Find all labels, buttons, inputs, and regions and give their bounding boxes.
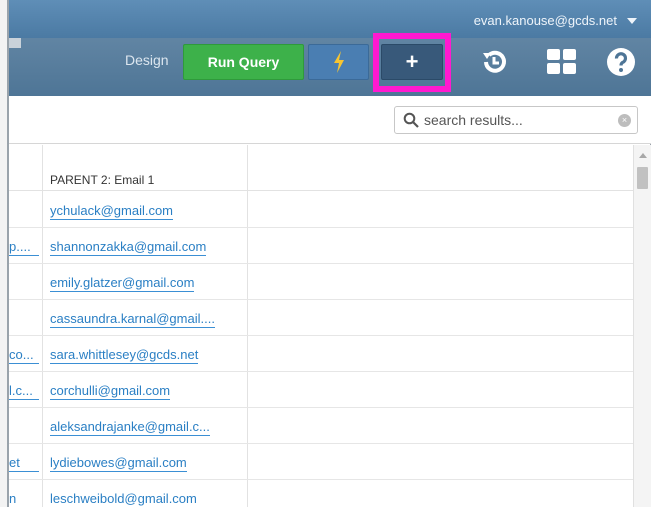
vertical-scrollbar[interactable] — [633, 145, 651, 507]
history-icon — [483, 50, 506, 73]
email-link[interactable]: leschweibold@gmail.com — [50, 491, 197, 507]
email-link[interactable]: sara.whittlesey@gcds.net — [50, 347, 199, 364]
email-link[interactable]: emily.glatzer@gmail.com — [50, 275, 195, 292]
prev-cell-link[interactable] — [9, 311, 39, 312]
email-link[interactable]: lydiebowes@gmail.com — [50, 455, 187, 472]
table-row: et lydiebowes@gmail.com — [9, 444, 633, 480]
scroll-thumb[interactable] — [637, 167, 648, 189]
email-link[interactable]: shannonzakka@gmail.com — [50, 239, 207, 256]
email-link[interactable]: aleksandrajanke@gmail.c... — [50, 419, 210, 436]
search-input[interactable] — [424, 112, 604, 128]
design-button[interactable]: Design — [125, 52, 169, 68]
prev-cell-link[interactable]: co... — [9, 347, 39, 364]
table-row: l.c... corchulli@gmail.com — [9, 372, 633, 408]
bolt-button[interactable] — [308, 44, 369, 80]
prev-cell-link[interactable]: p.... — [9, 239, 39, 256]
results-toolbar: × — [9, 96, 651, 144]
prev-cell-link[interactable] — [9, 275, 39, 276]
table-row: co... sara.whittlesey@gcds.net — [9, 336, 633, 372]
table-row: ychulack@gmail.com — [9, 192, 633, 228]
prev-cell-link[interactable]: et — [9, 455, 39, 472]
prev-cell-link[interactable]: l.c... — [9, 383, 39, 400]
results-table: PARENT 2: Email 1 ychulack@gmail.com p..… — [9, 145, 633, 507]
table-row: emily.glatzer@gmail.com — [9, 264, 633, 300]
search-box: × — [394, 106, 638, 134]
left-panel-edge — [0, 0, 9, 507]
user-menu[interactable]: evan.kanouse@gcds.net — [474, 13, 637, 28]
help-icon — [607, 48, 635, 76]
user-email: evan.kanouse@gcds.net — [473, 13, 617, 28]
search-icon — [403, 112, 419, 128]
prev-cell-link[interactable]: n — [9, 491, 39, 507]
table-header: PARENT 2: Email 1 — [9, 145, 633, 191]
chevron-down-icon — [627, 17, 637, 24]
grid-icon — [547, 49, 576, 74]
email-link[interactable]: corchulli@gmail.com — [50, 383, 171, 400]
scroll-up-arrow-icon[interactable] — [639, 153, 647, 158]
add-button[interactable]: + — [381, 44, 443, 80]
clear-icon[interactable]: × — [618, 114, 631, 127]
table-row: n leschweibold@gmail.com — [9, 480, 633, 507]
history-button[interactable] — [478, 46, 510, 78]
layout-button[interactable] — [546, 48, 578, 76]
column-header-parent2-email[interactable]: PARENT 2: Email 1 — [50, 173, 154, 187]
prev-cell-link[interactable] — [9, 203, 39, 204]
table-row: aleksandrajanke@gmail.c... — [9, 408, 633, 444]
top-bar: evan.kanouse@gcds.net Design Run Query + — [9, 0, 651, 96]
table-row: p.... shannonzakka@gmail.com — [9, 228, 633, 264]
prev-cell-link[interactable] — [9, 419, 39, 420]
table-row: cassaundra.karnal@gmail.... — [9, 300, 633, 336]
run-query-button[interactable]: Run Query — [183, 44, 304, 80]
panel-tab — [9, 38, 21, 48]
email-link[interactable]: cassaundra.karnal@gmail.... — [50, 311, 215, 328]
email-link[interactable]: ychulack@gmail.com — [50, 203, 174, 220]
bolt-icon — [333, 51, 344, 73]
help-button[interactable] — [605, 46, 637, 78]
